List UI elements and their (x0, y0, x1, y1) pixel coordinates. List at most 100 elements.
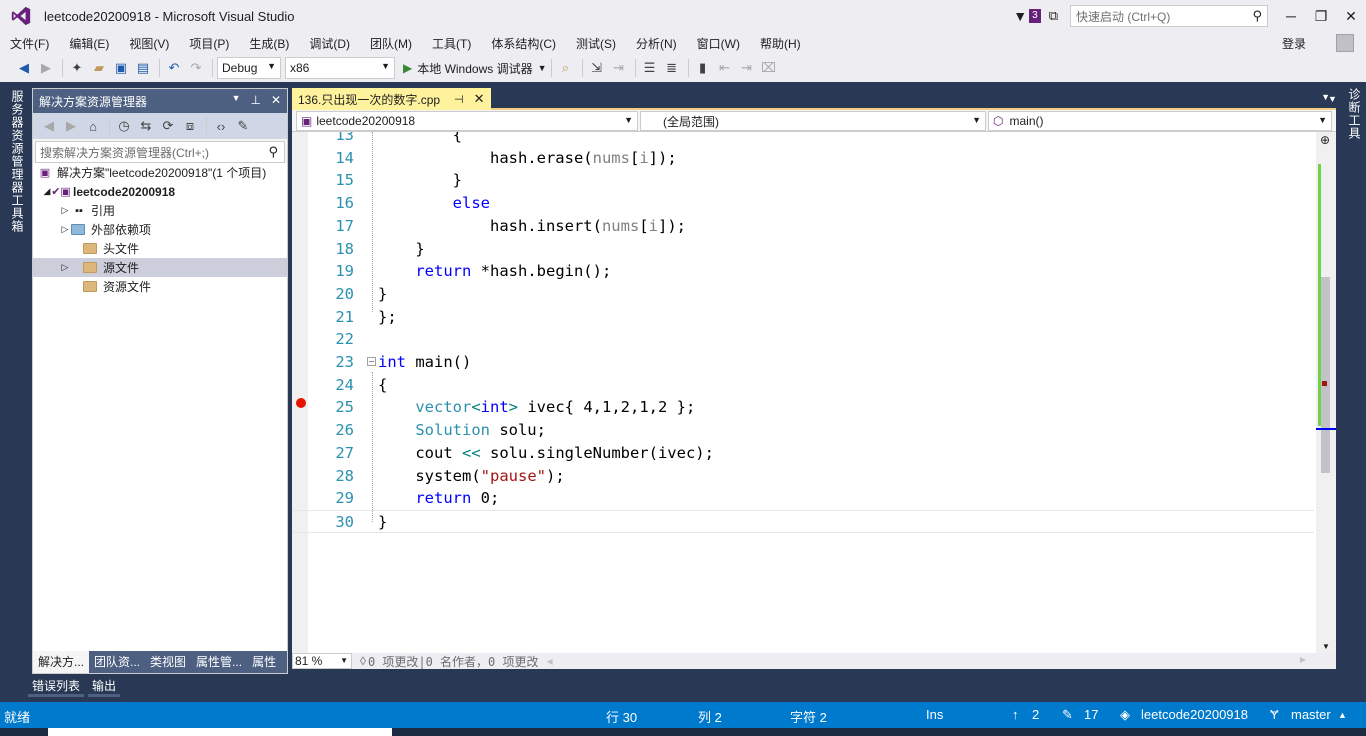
tree-item-references[interactable]: ▷ ▪▪ 引用 (33, 201, 287, 220)
scrollbar-thumb[interactable] (1321, 277, 1330, 473)
step-over-icon[interactable]: ⇥ (609, 58, 629, 78)
status-unpushed-commits[interactable]: 2 (1032, 707, 1039, 722)
save-icon[interactable]: ▣ (111, 58, 131, 78)
close-icon[interactable]: ✕ (474, 91, 485, 107)
menu-tools[interactable]: 工具(T) (422, 35, 481, 52)
tab-team-explorer[interactable]: 团队资... (89, 651, 145, 673)
split-icon[interactable]: ⊕ (1320, 133, 1330, 147)
menu-analyze[interactable]: 分析(N) (626, 35, 687, 52)
chevron-down-icon[interactable]: ▼ (1328, 94, 1337, 104)
menu-project[interactable]: 项目(P) (179, 35, 239, 52)
back-icon[interactable]: ◀ (14, 58, 34, 78)
forward-icon[interactable]: ▶ (36, 58, 56, 78)
redo-icon[interactable]: ↷ (186, 58, 206, 78)
quick-launch-input[interactable]: 快速启动 (Ctrl+Q) ⚲ (1070, 5, 1268, 27)
tree-item-source-files[interactable]: ▷ 源文件 (33, 258, 287, 277)
notifications-button[interactable]: ▼ 3 (1013, 8, 1041, 24)
properties-wrench-icon[interactable]: ✎ (233, 116, 253, 136)
toolbox-tab[interactable]: 工具箱 (9, 194, 26, 233)
feedback-icon[interactable]: ⧉ (1049, 8, 1058, 24)
find-in-files-icon[interactable]: ⌕ (556, 58, 576, 78)
menu-test[interactable]: 测试(S) (566, 35, 626, 52)
taskbar-search-box[interactable] (48, 728, 392, 736)
codelens-summary[interactable]: 0 项更改|0 名作者，0 项更改 (368, 653, 539, 670)
arrow-up-icon[interactable]: ↑ (1012, 707, 1019, 722)
status-branch[interactable]: master (1291, 707, 1331, 722)
chevron-down-icon[interactable]: ▼ (1322, 642, 1330, 651)
pin-icon[interactable]: ⊥ (250, 93, 260, 107)
maximize-button[interactable]: ❐ (1306, 8, 1336, 25)
clear-bookmarks-icon[interactable]: ⌧ (759, 58, 779, 78)
tree-item-external-deps[interactable]: ▷ 外部依赖项 (33, 220, 287, 239)
chevron-right-icon[interactable]: ▷ (59, 262, 71, 273)
bookmark-icon[interactable]: ▮ (693, 58, 713, 78)
undo-icon[interactable]: ↶ (164, 58, 184, 78)
menu-architecture[interactable]: 体系结构(C) (481, 35, 566, 52)
collapse-all-icon[interactable]: ⧈ (180, 116, 200, 136)
menu-edit[interactable]: 编辑(E) (59, 35, 119, 52)
member-select[interactable]: ⬡ main() ▼ (988, 111, 1332, 131)
tab-solution-explorer[interactable]: 解决方... (33, 651, 90, 673)
diagnostic-tools-tab[interactable]: 诊断工具 (1346, 88, 1363, 140)
view-code-icon[interactable]: ‹› (211, 116, 231, 136)
status-repository[interactable]: leetcode20200918 (1141, 707, 1248, 722)
save-all-icon[interactable]: ▤ (133, 58, 153, 78)
pin-icon[interactable]: ⊣ (454, 93, 464, 106)
close-button[interactable]: ✕ (1336, 8, 1366, 25)
tab-properties[interactable]: 属性 (247, 651, 281, 673)
menu-team[interactable]: 团队(M) (360, 35, 422, 52)
pencil-icon[interactable]: ✎ (1062, 707, 1073, 723)
tree-item-header-files[interactable]: 头文件 (33, 239, 287, 258)
menu-help[interactable]: 帮助(H) (750, 35, 811, 52)
chevron-down-icon[interactable]: ▼ (232, 93, 241, 107)
history-icon[interactable]: ◷ (114, 116, 134, 136)
zoom-select[interactable]: 81 % ▼ (292, 653, 352, 669)
tab-class-view[interactable]: 类视图 (145, 651, 191, 673)
start-debugging-button[interactable]: ▶ 本地 Windows 调试器 ▼ (403, 60, 547, 77)
tab-output[interactable]: 输出 (88, 678, 121, 697)
chevron-right-icon[interactable]: ▷ (59, 205, 71, 216)
menu-build[interactable]: 生成(B) (239, 35, 299, 52)
repository-icon[interactable]: ◈ (1120, 707, 1130, 723)
login-link[interactable]: 登录 (1282, 35, 1306, 52)
uncomment-icon[interactable]: ≣ (662, 58, 682, 78)
account-avatar-icon[interactable] (1336, 34, 1354, 52)
step-into-icon[interactable]: ⇲ (587, 58, 607, 78)
scroll-right-icon[interactable]: ▶ (1300, 655, 1306, 664)
tab-property-manager[interactable]: 属性管... (191, 651, 247, 673)
home-icon[interactable]: ⌂ (83, 116, 103, 136)
branch-icon[interactable]: Ɏ (1270, 707, 1279, 722)
server-explorer-tab[interactable]: 服务器资源管理器 (9, 90, 26, 194)
scope-select[interactable]: (全局范围) ▼ (640, 111, 986, 131)
menu-debug[interactable]: 调试(D) (299, 35, 360, 52)
tab-error-list[interactable]: 错误列表 (28, 678, 85, 697)
menu-file[interactable]: 文件(F) (0, 35, 59, 52)
next-bookmark-icon[interactable]: ⇥ (737, 58, 757, 78)
close-icon[interactable]: ✕ (271, 93, 281, 107)
menu-view[interactable]: 视图(V) (119, 35, 179, 52)
forward-icon[interactable]: ▶ (61, 116, 81, 136)
chevron-right-icon[interactable]: ▷ (59, 224, 71, 235)
menu-window[interactable]: 窗口(W) (687, 35, 750, 52)
tab-source-file[interactable]: 136.只出现一次的数字.cpp ⊣ ✕ (292, 88, 491, 110)
sync-icon[interactable]: ⇆ (136, 116, 156, 136)
previous-bookmark-icon[interactable]: ⇤ (715, 58, 735, 78)
scroll-left-icon[interactable]: ◀ (547, 657, 553, 666)
comment-icon[interactable]: ☰ (640, 58, 660, 78)
editor-vertical-scrollbar[interactable]: ⊕ ▼ (1316, 132, 1336, 653)
tree-item-solution[interactable]: ▣ 解决方案"leetcode20200918"(1 个项目) (33, 163, 287, 182)
project-select[interactable]: ▣ leetcode20200918 ▼ (296, 111, 638, 131)
tree-item-project[interactable]: ◢ ✔▣ leetcode20200918 (33, 182, 287, 201)
back-icon[interactable]: ◀ (39, 116, 59, 136)
refresh-icon[interactable]: ⟳ (158, 116, 178, 136)
open-file-icon[interactable]: ▰ (89, 58, 109, 78)
chevron-up-icon[interactable]: ▲ (1338, 710, 1347, 720)
tree-item-resource-files[interactable]: 资源文件 (33, 277, 287, 296)
minimize-button[interactable]: ─ (1276, 8, 1306, 24)
solution-platform-select[interactable]: x86 ▼ (285, 57, 395, 79)
status-pending-changes[interactable]: 17 (1084, 707, 1098, 722)
solution-search-input[interactable]: 搜索解决方案资源管理器(Ctrl+;) ⚲ (35, 141, 285, 163)
code-editor[interactable]: − 13 { 14 hash.erase(nums[i]); 15 } 16 e… (292, 132, 1336, 653)
new-project-icon[interactable]: ✦ (67, 58, 87, 78)
solution-configuration-select[interactable]: Debug ▼ (217, 57, 281, 79)
